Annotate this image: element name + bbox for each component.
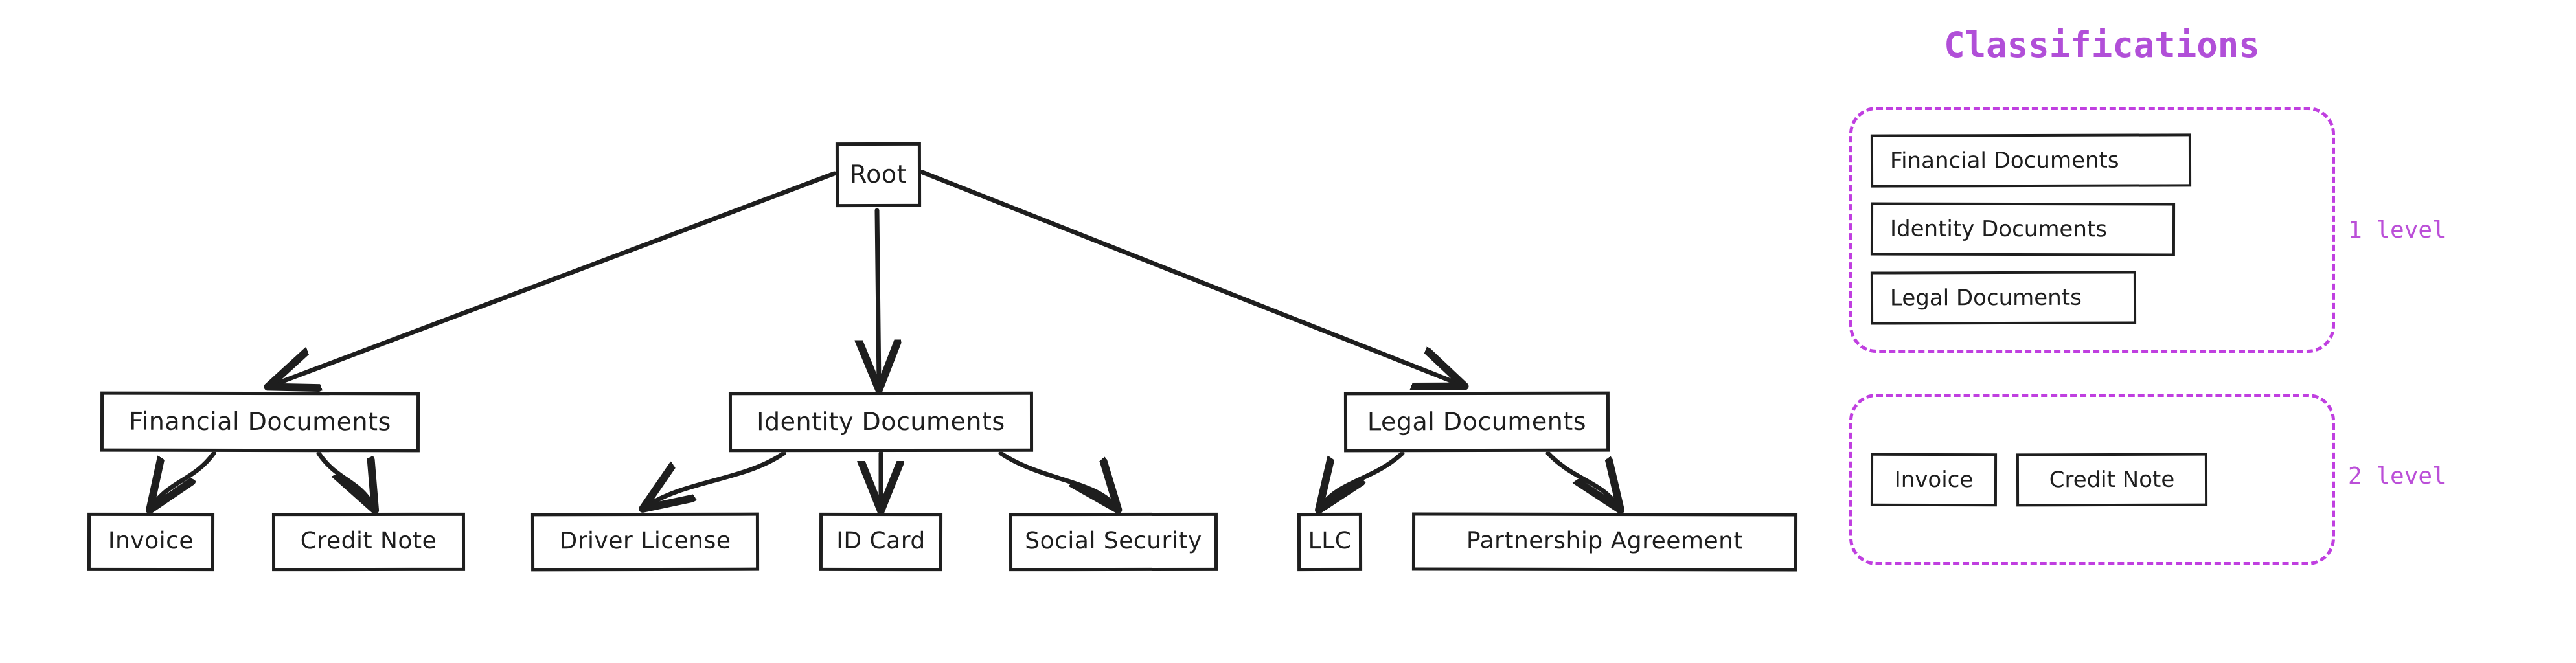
classification-chip-identity-documents[interactable]: Identity Documents xyxy=(1870,202,2176,256)
node-identity-documents[interactable]: Identity Documents xyxy=(728,391,1034,453)
classification-group-2-level-label: 2 level xyxy=(2348,463,2446,489)
node-credit-note-label: Credit Note xyxy=(300,527,437,555)
classification-group-1-level-label: 1 level xyxy=(2348,217,2446,243)
node-credit-note[interactable]: Credit Note xyxy=(271,512,466,572)
classification-chip-legal-documents[interactable]: Legal Documents xyxy=(1870,271,2137,325)
node-invoice[interactable]: Invoice xyxy=(87,512,215,572)
edge-identity-to-driver-license xyxy=(646,451,786,506)
classification-chip-label: Legal Documents xyxy=(1889,284,2082,311)
diagram-canvas: Root Financial Documents Identity Docume… xyxy=(0,0,2576,663)
classification-chip-label: Invoice xyxy=(1894,466,1974,493)
edge-root-to-legal xyxy=(920,170,1461,385)
node-financial-documents[interactable]: Financial Documents xyxy=(100,391,420,453)
classification-chip-label: Identity Documents xyxy=(1889,216,2108,243)
node-llc-label: LLC xyxy=(1308,527,1352,555)
edge-root-to-identity xyxy=(877,208,879,385)
node-social-security[interactable]: Social Security xyxy=(1009,512,1218,572)
edge-legal-to-llc xyxy=(1321,451,1405,506)
node-financial-documents-label: Financial Documents xyxy=(129,407,391,436)
edge-root-to-financial xyxy=(272,171,837,385)
node-driver-license[interactable]: Driver License xyxy=(530,512,760,572)
node-partnership-agreement[interactable]: Partnership Agreement xyxy=(1411,512,1798,572)
node-driver-license-label: Driver License xyxy=(559,527,731,555)
node-partnership-agreement-label: Partnership Agreement xyxy=(1466,527,1744,555)
node-llc[interactable]: LLC xyxy=(1297,512,1363,572)
edge-legal-to-partnership xyxy=(1545,451,1618,506)
node-identity-documents-label: Identity Documents xyxy=(757,407,1005,436)
node-id-card[interactable]: ID Card xyxy=(819,512,943,572)
edge-identity-to-social-security xyxy=(998,451,1115,506)
classification-chip-financial-documents[interactable]: Financial Documents xyxy=(1870,133,2192,188)
node-root[interactable]: Root xyxy=(835,142,922,208)
classification-chip-invoice[interactable]: Invoice xyxy=(1870,453,1998,507)
edge-financial-to-credit-note xyxy=(316,451,373,506)
node-legal-documents[interactable]: Legal Documents xyxy=(1343,391,1610,453)
panel-title: Classifications xyxy=(1944,25,2260,65)
node-id-card-label: ID Card xyxy=(836,527,926,555)
node-root-label: Root xyxy=(849,159,907,189)
classification-chip-credit-note[interactable]: Credit Note xyxy=(2016,453,2208,507)
node-social-security-label: Social Security xyxy=(1025,527,1202,555)
node-invoice-label: Invoice xyxy=(108,527,194,555)
classification-chip-label: Credit Note xyxy=(2049,466,2175,493)
node-legal-documents-label: Legal Documents xyxy=(1367,407,1587,436)
edge-financial-to-invoice xyxy=(152,451,216,506)
classifications-panel: Classifications Financial Documents Iden… xyxy=(1827,0,2576,663)
classification-chip-label: Financial Documents xyxy=(1889,147,2119,174)
